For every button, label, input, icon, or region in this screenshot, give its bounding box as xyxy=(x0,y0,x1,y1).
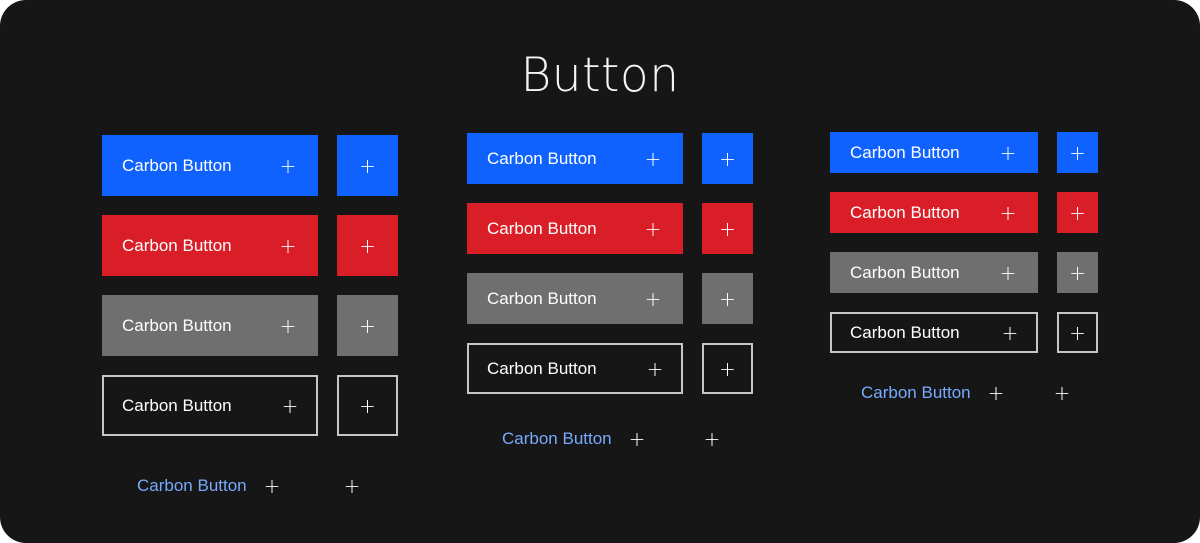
add-icon[interactable]: + xyxy=(988,383,1005,403)
add-icon[interactable]: + xyxy=(629,429,646,449)
primary-icon-button-small[interactable]: + xyxy=(1057,132,1098,173)
add-icon: + xyxy=(719,216,736,241)
primary-button-large[interactable]: Carbon Button + xyxy=(102,135,318,196)
button-label: Carbon Button xyxy=(487,148,597,168)
primary-button-medium[interactable]: Carbon Button + xyxy=(467,133,683,184)
ghost-button-large[interactable]: Carbon Button xyxy=(137,476,247,496)
add-icon: + xyxy=(1069,260,1086,285)
primary-button-small[interactable]: Carbon Button + xyxy=(830,132,1038,173)
add-icon: + xyxy=(1069,320,1086,345)
tertiary-button-medium[interactable]: Carbon Button + xyxy=(467,343,683,394)
danger-icon-button-large[interactable]: + xyxy=(337,215,398,276)
ghost-button-small[interactable]: Carbon Button xyxy=(861,383,971,403)
add-icon: + xyxy=(644,146,662,171)
button-label: Carbon Button xyxy=(487,218,597,238)
tertiary-button-small[interactable]: Carbon Button + xyxy=(830,312,1038,353)
add-icon: + xyxy=(719,146,736,171)
tertiary-button-large[interactable]: Carbon Button + xyxy=(102,375,318,436)
secondary-icon-button-large[interactable]: + xyxy=(337,295,398,356)
secondary-icon-button-small[interactable]: + xyxy=(1057,252,1098,293)
button-label: Carbon Button xyxy=(487,358,597,378)
add-icon: + xyxy=(359,393,376,418)
secondary-icon-button-medium[interactable]: + xyxy=(702,273,753,324)
button-label: Carbon Button xyxy=(122,235,232,255)
ghost-button-medium[interactable]: Carbon Button xyxy=(502,429,612,449)
tertiary-icon-button-large[interactable]: + xyxy=(337,375,398,436)
add-icon: + xyxy=(359,233,376,258)
tertiary-icon-button-medium[interactable]: + xyxy=(702,343,753,394)
ghost-icon-button-medium[interactable]: + xyxy=(704,429,721,449)
danger-icon-button-small[interactable]: + xyxy=(1057,192,1098,233)
add-icon: + xyxy=(644,286,662,311)
add-icon: + xyxy=(1001,320,1019,345)
button-label: Carbon Button xyxy=(122,395,232,415)
add-icon: + xyxy=(999,140,1017,165)
button-label: Carbon Button xyxy=(850,262,960,282)
danger-button-large[interactable]: Carbon Button + xyxy=(102,215,318,276)
add-icon: + xyxy=(644,216,662,241)
add-icon: + xyxy=(999,200,1017,225)
add-icon: + xyxy=(719,356,736,381)
add-icon: + xyxy=(999,260,1017,285)
add-icon: + xyxy=(279,313,297,338)
secondary-button-large[interactable]: Carbon Button + xyxy=(102,295,318,356)
add-icon: + xyxy=(646,356,664,381)
add-icon[interactable]: + xyxy=(264,476,281,496)
danger-button-medium[interactable]: Carbon Button + xyxy=(467,203,683,254)
primary-icon-button-medium[interactable]: + xyxy=(702,133,753,184)
add-icon: + xyxy=(359,313,376,338)
secondary-button-medium[interactable]: Carbon Button + xyxy=(467,273,683,324)
button-label: Carbon Button xyxy=(850,202,960,222)
add-icon: + xyxy=(1069,200,1086,225)
button-label: Carbon Button xyxy=(122,315,232,335)
add-icon: + xyxy=(359,153,376,178)
danger-icon-button-medium[interactable]: + xyxy=(702,203,753,254)
button-label: Carbon Button xyxy=(487,288,597,308)
secondary-button-small[interactable]: Carbon Button + xyxy=(830,252,1038,293)
button-showcase-card: Button Carbon Button + + Carbon Button + + Car… xyxy=(0,0,1200,543)
button-label: Carbon Button xyxy=(850,142,960,162)
ghost-icon-button-large[interactable]: + xyxy=(344,476,361,496)
tertiary-icon-button-small[interactable]: + xyxy=(1057,312,1098,353)
add-icon: + xyxy=(279,153,297,178)
ghost-icon-button-small[interactable]: + xyxy=(1054,383,1071,403)
button-label: Carbon Button xyxy=(850,322,960,342)
page-title: Button xyxy=(520,48,680,103)
primary-icon-button-large[interactable]: + xyxy=(337,135,398,196)
danger-button-small[interactable]: Carbon Button + xyxy=(830,192,1038,233)
add-icon: + xyxy=(281,393,299,418)
add-icon: + xyxy=(1069,140,1086,165)
button-label: Carbon Button xyxy=(122,155,232,175)
add-icon: + xyxy=(719,286,736,311)
add-icon: + xyxy=(279,233,297,258)
